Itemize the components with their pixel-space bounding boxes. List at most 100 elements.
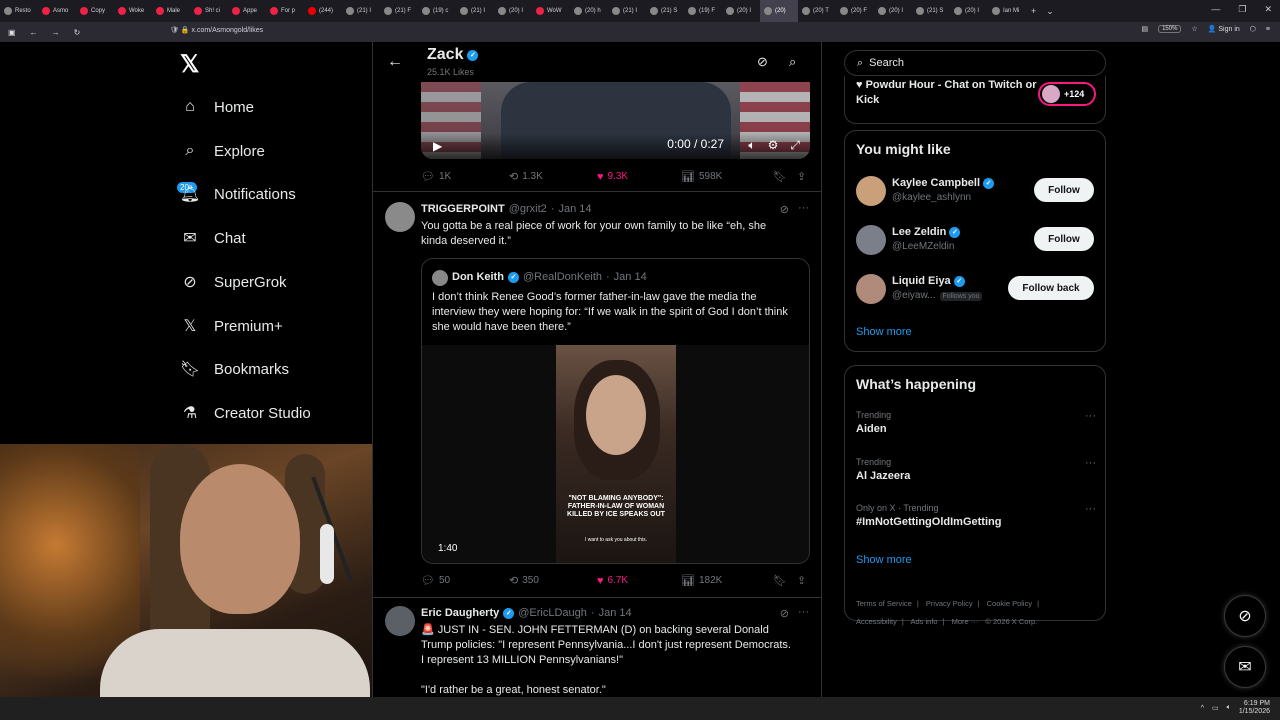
- views-button[interactable]: 📊︎ 182K: [681, 574, 773, 587]
- chevron-down-icon[interactable]: ⌄: [1041, 6, 1059, 17]
- search-input[interactable]: ⌕ Search: [844, 50, 1106, 76]
- browser-tab[interactable]: Sh! ci: [190, 0, 228, 22]
- browser-tab[interactable]: (20) I: [722, 0, 760, 22]
- star-icon[interactable]: ☆: [1191, 25, 1197, 33]
- share-button[interactable]: ⇪: [797, 574, 806, 587]
- address-bar[interactable]: 🛡 🔒 x.com/Asmongold/likes: [170, 26, 263, 34]
- bookmark-button[interactable]: 🔖︎: [773, 574, 797, 587]
- browser-tab[interactable]: WoW: [532, 0, 570, 22]
- minimize-icon[interactable]: —: [1211, 4, 1220, 15]
- browser-tab[interactable]: (21) S: [912, 0, 950, 22]
- bookmark-button[interactable]: 🔖︎: [773, 170, 797, 183]
- reply-button[interactable]: 💬︎ 50: [421, 574, 509, 587]
- grok-fab-button[interactable]: ⊘: [1224, 595, 1266, 637]
- follow-button[interactable]: Follow: [1034, 227, 1094, 251]
- suggestion-item[interactable]: Lee Zeldin ✓ @LeeMZeldin Follow: [856, 223, 1096, 257]
- browser-tab[interactable]: (19) F: [684, 0, 722, 22]
- browser-tab[interactable]: (19) c: [418, 0, 456, 22]
- fullscreen-icon[interactable]: ⤢: [790, 138, 800, 153]
- trend-item[interactable]: Only on X · Trending #ImNotGettingOldImG…: [856, 503, 1096, 528]
- sidebar-item-creator-studio[interactable]: ⚗ Creator Studio: [180, 403, 311, 423]
- show-more-link[interactable]: Show more: [856, 326, 912, 338]
- clock[interactable]: 6:19 PM 1/15/2026: [1239, 700, 1270, 716]
- grok-icon[interactable]: ⊘: [780, 607, 789, 620]
- settings-icon[interactable]: ⚙: [768, 138, 779, 153]
- browser-tab[interactable]: (21) I: [342, 0, 380, 22]
- live-listeners-pill[interactable]: +124: [1038, 82, 1096, 106]
- browser-tab[interactable]: (21) I: [608, 0, 646, 22]
- sidebar-item-explore[interactable]: ⌕ Explore: [180, 141, 265, 161]
- browser-tab[interactable]: (21) I: [456, 0, 494, 22]
- repost-button[interactable]: ⟲ 350: [509, 574, 597, 587]
- views-button[interactable]: 📊︎ 598K: [681, 170, 773, 183]
- browser-tab[interactable]: (20) F: [836, 0, 874, 22]
- show-more-link[interactable]: Show more: [856, 554, 912, 566]
- back-icon[interactable]: ←: [30, 28, 38, 37]
- browser-tab[interactable]: (20) I: [950, 0, 988, 22]
- video-player[interactable]: ▶ 0:00 / 0:27 🔈︎ ⚙ ⤢: [421, 82, 810, 159]
- like-button[interactable]: ♥ 9.3K: [597, 171, 681, 183]
- live-event[interactable]: ♥ Powdur Hour - Chat on Twitch or Kick: [856, 78, 1046, 108]
- more-icon[interactable]: ···: [1085, 410, 1096, 422]
- follow-back-button[interactable]: Follow back: [1008, 276, 1094, 300]
- follow-button[interactable]: Follow: [1034, 178, 1094, 202]
- browser-tab[interactable]: For p: [266, 0, 304, 22]
- more-icon[interactable]: ···: [798, 606, 809, 618]
- browser-tab[interactable]: Copy: [76, 0, 114, 22]
- sign-in-button[interactable]: 👤 Sign in: [1208, 25, 1240, 33]
- reader-icon[interactable]: ▤: [1141, 25, 1148, 33]
- search-icon[interactable]: ⌕: [789, 54, 796, 70]
- suggestion-item[interactable]: Kaylee Campbell ✓ @kaylee_ashlynn Follow: [856, 174, 1096, 208]
- trend-item[interactable]: Trending Aiden ···: [856, 410, 1096, 435]
- reply-button[interactable]: 💬︎ 1K: [421, 170, 509, 183]
- more-icon[interactable]: ···: [1085, 457, 1096, 469]
- reload-icon[interactable]: ↻: [74, 28, 81, 37]
- grok-icon[interactable]: ⊘: [757, 54, 768, 70]
- sidebar-item-home[interactable]: ⌂ Home: [180, 97, 254, 117]
- grok-icon[interactable]: ⊘: [780, 203, 789, 216]
- sidebar-item-chat[interactable]: ✉ Chat: [180, 228, 245, 248]
- avatar[interactable]: [385, 202, 415, 232]
- sidebar-toggle-icon[interactable]: ▣: [8, 28, 16, 37]
- more-icon[interactable]: ···: [798, 202, 809, 214]
- network-icon[interactable]: ▭: [1212, 704, 1219, 712]
- like-button[interactable]: ♥ 6.7K: [597, 575, 681, 587]
- browser-tab[interactable]: (20) h: [570, 0, 608, 22]
- close-icon[interactable]: ✕: [1264, 4, 1272, 15]
- sidebar-item-bookmarks[interactable]: 🔖︎ Bookmarks: [180, 359, 289, 379]
- chevron-up-icon[interactable]: ^: [1201, 705, 1204, 712]
- more-icon[interactable]: ···: [1085, 503, 1096, 515]
- new-tab-icon[interactable]: +: [1026, 6, 1041, 16]
- browser-tab[interactable]: Asmo: [38, 0, 76, 22]
- menu-icon[interactable]: ≡: [1266, 26, 1270, 33]
- messages-fab-button[interactable]: ✉: [1224, 646, 1266, 688]
- repost-button[interactable]: ⟲ 1.3K: [509, 170, 597, 183]
- browser-tab[interactable]: Resto: [0, 0, 38, 22]
- play-icon[interactable]: ▶: [433, 139, 442, 153]
- browser-tab[interactable]: (21) F: [380, 0, 418, 22]
- browser-tab[interactable]: Appe: [228, 0, 266, 22]
- browser-tab[interactable]: Male: [152, 0, 190, 22]
- x-logo-icon[interactable]: 𝕏: [180, 50, 199, 79]
- browser-tab[interactable]: (244): [304, 0, 342, 22]
- avatar[interactable]: [385, 606, 415, 636]
- browser-tab[interactable]: Ian Mi: [988, 0, 1026, 22]
- browser-tab[interactable]: (21) S: [646, 0, 684, 22]
- back-arrow-icon[interactable]: ←: [387, 53, 403, 71]
- forward-icon[interactable]: →: [52, 28, 60, 37]
- quoted-video[interactable]: "NOT BLAMING ANYBODY": FATHER-IN-LAW OF …: [422, 345, 809, 563]
- sidebar-item-premium[interactable]: 𝕏 Premium+: [180, 316, 283, 336]
- share-button[interactable]: ⇪: [797, 170, 806, 183]
- browser-tab[interactable]: (20) I: [494, 0, 532, 22]
- sidebar-item-notifications[interactable]: 🔔︎ Notifications: [180, 184, 296, 204]
- suggestion-item[interactable]: Liquid Eiya ✓ @eiyaw... Follows you Follow…: [856, 272, 1096, 306]
- sidebar-item-supergrok[interactable]: ⊘ SuperGrok: [180, 272, 286, 292]
- quoted-post[interactable]: Don Keith ✓ @RealDonKeith · Jan 14 I don…: [421, 258, 810, 564]
- restore-icon[interactable]: ❐: [1238, 4, 1246, 15]
- browser-tab[interactable]: (20) T: [798, 0, 836, 22]
- browser-tab[interactable]: (20) I: [874, 0, 912, 22]
- trend-item[interactable]: Trending Al Jazeera ···: [856, 457, 1096, 482]
- browser-tab-active[interactable]: (20): [760, 0, 798, 22]
- zoom-level[interactable]: 150%: [1158, 25, 1182, 33]
- volume-icon[interactable]: 🔈︎: [1227, 704, 1231, 712]
